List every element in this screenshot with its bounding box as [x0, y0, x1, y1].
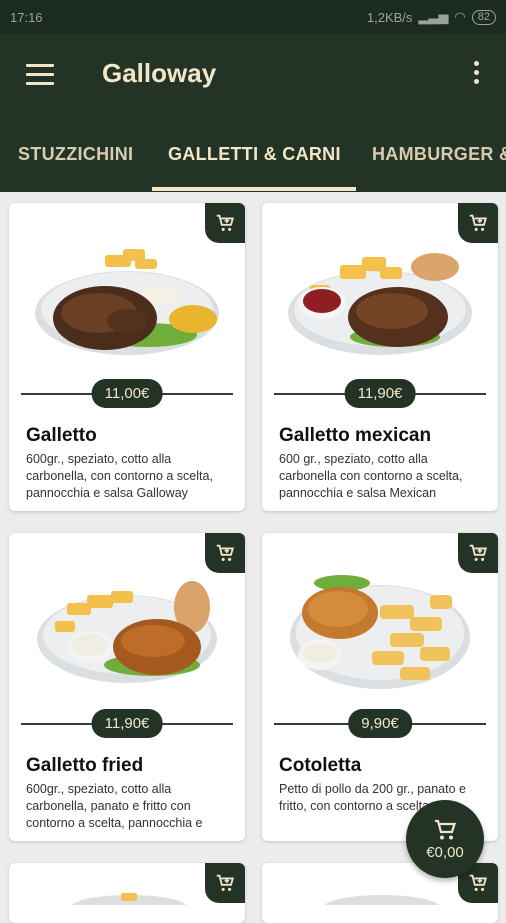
- tab-galletti-carni[interactable]: GALLETTI & CARNI: [168, 116, 341, 192]
- product-card-galletto[interactable]: 11,00€ Galletto 600gr., speziato, cotto …: [9, 203, 245, 511]
- network-speed: 1,2KB/s: [366, 9, 413, 25]
- add-cart-icon: [469, 214, 488, 231]
- signal-icon: ▂▃▅: [418, 9, 449, 24]
- app-bar: Galloway: [0, 34, 506, 116]
- product-image: [290, 575, 470, 689]
- product-image: [37, 581, 217, 683]
- shopping-cart-icon: [435, 819, 456, 839]
- product-image: [324, 895, 440, 905]
- product-card-partial[interactable]: [9, 863, 245, 923]
- add-cart-icon: [216, 214, 235, 231]
- add-cart-icon: [216, 874, 235, 891]
- add-to-cart-button[interactable]: [205, 533, 245, 573]
- product-name: Galletto mexican: [279, 425, 432, 446]
- product-name: Galletto: [26, 425, 97, 446]
- product-image: [288, 253, 472, 355]
- add-cart-icon: [216, 544, 235, 561]
- status-icons: 1,2KB/s ▂▃▅ ◠ 82: [367, 9, 496, 25]
- more-options-icon[interactable]: [474, 61, 480, 88]
- status-time: 17:16: [10, 9, 43, 25]
- category-tabs: STUZZICHINI GALLETTI & CARNI HAMBURGER &: [0, 116, 506, 192]
- product-name: Galletto fried: [26, 755, 144, 776]
- product-description: 600 gr., speziato, cotto alla carbonella…: [279, 452, 463, 500]
- battery-icon: 82: [471, 9, 496, 25]
- product-image: [71, 893, 187, 905]
- status-bar: 17:16 1,2KB/s ▂▃▅ ◠ 82: [0, 0, 506, 34]
- active-tab-indicator: [152, 187, 356, 191]
- add-to-cart-button[interactable]: [205, 863, 245, 903]
- product-card-cotoletta[interactable]: 9,90€ Cotoletta Petto di pollo da 200 gr…: [262, 533, 498, 841]
- price-badge: 11,90€: [91, 709, 163, 738]
- add-cart-icon: [469, 874, 488, 891]
- hamburger-menu-icon[interactable]: [26, 64, 54, 86]
- price-badge: 11,00€: [91, 379, 163, 408]
- product-card-galletto-mexican[interactable]: 11,90€ Galletto mexican 600 gr., speziat…: [262, 203, 498, 511]
- add-to-cart-button[interactable]: [205, 203, 245, 243]
- product-card-galletto-fried[interactable]: 11,90€ Galletto fried 600gr., speziato, …: [9, 533, 245, 841]
- product-description: 600gr., speziato, cotto alla carbonella,…: [26, 452, 213, 500]
- product-name: Cotoletta: [279, 755, 362, 776]
- cart-fab-button[interactable]: €0,00: [406, 800, 484, 878]
- price-badge: 11,90€: [344, 379, 416, 408]
- add-to-cart-button[interactable]: [458, 203, 498, 243]
- add-to-cart-button[interactable]: [458, 533, 498, 573]
- price-badge: 9,90€: [348, 709, 412, 738]
- product-image: [35, 249, 219, 355]
- add-cart-icon: [469, 544, 488, 561]
- cart-total: €0,00: [426, 843, 464, 861]
- app-title: Galloway: [102, 58, 217, 88]
- product-description: 600gr., speziato, cotto alla carbonella,…: [26, 782, 203, 830]
- wifi-icon: ◠: [454, 9, 466, 24]
- tab-stuzzichini[interactable]: STUZZICHINI: [18, 116, 133, 192]
- tab-hamburger[interactable]: HAMBURGER &: [372, 116, 506, 192]
